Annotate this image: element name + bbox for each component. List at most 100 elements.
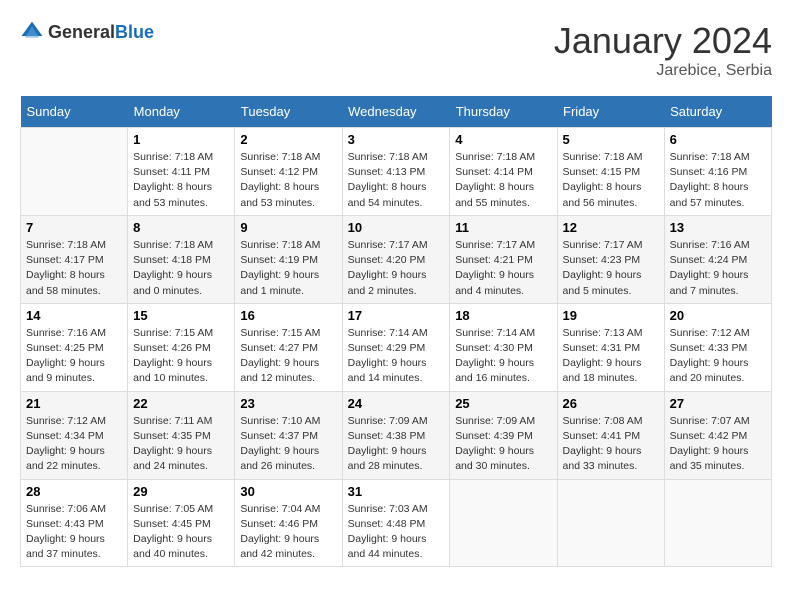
calendar-cell: 15 Sunrise: 7:15 AMSunset: 4:26 PMDayligh…: [128, 303, 235, 391]
calendar-cell: 18 Sunrise: 7:14 AMSunset: 4:30 PMDayligh…: [450, 303, 557, 391]
calendar-week-2: 7Sunrise: 7:18 AMSunset: 4:17 PMDaylight…: [21, 215, 772, 303]
day-info: Sunrise: 7:18 AMSunset: 4:14 PMDaylight:…: [455, 150, 551, 211]
day-number: 20: [670, 308, 766, 323]
day-number: 26: [563, 396, 659, 411]
day-info: Sunrise: 7:18 AMSunset: 4:19 PMDaylight:…: [240, 238, 336, 299]
day-number: 27: [670, 396, 766, 411]
day-number: 21: [26, 396, 122, 411]
calendar-cell: [21, 128, 128, 216]
day-number: 15: [133, 308, 229, 323]
calendar-cell: [664, 479, 771, 567]
day-info: Sunrise: 7:18 AMSunset: 4:17 PMDaylight:…: [26, 238, 122, 299]
day-number: 5: [563, 132, 659, 147]
day-info: Sunrise: 7:18 AMSunset: 4:16 PMDaylight:…: [670, 150, 766, 211]
day-info: Sunrise: 7:09 AMSunset: 4:39 PMDaylight:…: [455, 414, 551, 475]
day-info: Sunrise: 7:09 AMSunset: 4:38 PMDaylight:…: [348, 414, 445, 475]
calendar-cell: 12Sunrise: 7:17 AMSunset: 4:23 PMDayligh…: [557, 215, 664, 303]
day-info: Sunrise: 7:07 AMSunset: 4:42 PMDaylight:…: [670, 414, 766, 475]
day-number: 22: [133, 396, 229, 411]
day-info: Sunrise: 7:08 AMSunset: 4:41 PMDaylight:…: [563, 414, 659, 475]
calendar-cell: 24 Sunrise: 7:09 AMSunset: 4:38 PMDayligh…: [342, 391, 450, 479]
calendar-cell: 10Sunrise: 7:17 AMSunset: 4:20 PMDayligh…: [342, 215, 450, 303]
calendar-header-row: Sunday Monday Tuesday Wednesday Thursday…: [21, 96, 772, 128]
day-info: Sunrise: 7:12 AMSunset: 4:34 PMDaylight:…: [26, 414, 122, 475]
calendar-cell: 21 Sunrise: 7:12 AMSunset: 4:34 PMDayligh…: [21, 391, 128, 479]
calendar-week-3: 14 Sunrise: 7:16 AMSunset: 4:25 PMDayligh…: [21, 303, 772, 391]
day-number: 25: [455, 396, 551, 411]
calendar-cell: 1Sunrise: 7:18 AMSunset: 4:11 PMDaylight…: [128, 128, 235, 216]
location: Jarebice, Serbia: [554, 62, 772, 80]
col-monday: Monday: [128, 96, 235, 128]
day-info: Sunrise: 7:12 AMSunset: 4:33 PMDaylight:…: [670, 326, 766, 387]
calendar-cell: 6Sunrise: 7:18 AMSunset: 4:16 PMDaylight…: [664, 128, 771, 216]
calendar-week-1: 1Sunrise: 7:18 AMSunset: 4:11 PMDaylight…: [21, 128, 772, 216]
day-number: 18: [455, 308, 551, 323]
col-friday: Friday: [557, 96, 664, 128]
logo-general: GeneralBlue: [48, 22, 154, 43]
day-number: 3: [348, 132, 445, 147]
calendar-cell: 13 Sunrise: 7:16 AMSunset: 4:24 PMDayligh…: [664, 215, 771, 303]
calendar-cell: 30 Sunrise: 7:04 AMSunset: 4:46 PMDayligh…: [235, 479, 342, 567]
calendar-cell: 2 Sunrise: 7:18 AMSunset: 4:12 PMDaylight…: [235, 128, 342, 216]
calendar-cell: 22 Sunrise: 7:11 AMSunset: 4:35 PMDayligh…: [128, 391, 235, 479]
day-info: Sunrise: 7:18 AMSunset: 4:18 PMDaylight:…: [133, 238, 229, 299]
day-info: Sunrise: 7:14 AMSunset: 4:30 PMDaylight:…: [455, 326, 551, 387]
day-info: Sunrise: 7:05 AMSunset: 4:45 PMDaylight:…: [133, 502, 229, 563]
col-wednesday: Wednesday: [342, 96, 450, 128]
col-thursday: Thursday: [450, 96, 557, 128]
calendar-cell: [450, 479, 557, 567]
day-info: Sunrise: 7:16 AMSunset: 4:24 PMDaylight:…: [670, 238, 766, 299]
day-number: 31: [348, 484, 445, 499]
calendar-cell: 11 Sunrise: 7:17 AMSunset: 4:21 PMDayligh…: [450, 215, 557, 303]
day-number: 14: [26, 308, 122, 323]
day-info: Sunrise: 7:13 AMSunset: 4:31 PMDaylight:…: [563, 326, 659, 387]
calendar-cell: 26 Sunrise: 7:08 AMSunset: 4:41 PMDayligh…: [557, 391, 664, 479]
calendar-cell: 4 Sunrise: 7:18 AMSunset: 4:14 PMDaylight…: [450, 128, 557, 216]
day-number: 17: [348, 308, 445, 323]
day-number: 1: [133, 132, 229, 147]
day-info: Sunrise: 7:10 AMSunset: 4:37 PMDaylight:…: [240, 414, 336, 475]
calendar-cell: 17Sunrise: 7:14 AMSunset: 4:29 PMDayligh…: [342, 303, 450, 391]
day-info: Sunrise: 7:11 AMSunset: 4:35 PMDaylight:…: [133, 414, 229, 475]
col-saturday: Saturday: [664, 96, 771, 128]
day-number: 24: [348, 396, 445, 411]
page-header: GeneralBlue January 2024 Jarebice, Serbi…: [20, 20, 772, 80]
calendar-cell: 23 Sunrise: 7:10 AMSunset: 4:37 PMDayligh…: [235, 391, 342, 479]
calendar-cell: 3 Sunrise: 7:18 AMSunset: 4:13 PMDaylight…: [342, 128, 450, 216]
calendar-cell: 7Sunrise: 7:18 AMSunset: 4:17 PMDaylight…: [21, 215, 128, 303]
calendar-cell: 5 Sunrise: 7:18 AMSunset: 4:15 PMDaylight…: [557, 128, 664, 216]
calendar-cell: 31 Sunrise: 7:03 AMSunset: 4:48 PMDayligh…: [342, 479, 450, 567]
day-info: Sunrise: 7:03 AMSunset: 4:48 PMDaylight:…: [348, 502, 445, 563]
day-info: Sunrise: 7:04 AMSunset: 4:46 PMDaylight:…: [240, 502, 336, 563]
day-number: 23: [240, 396, 336, 411]
day-number: 13: [670, 220, 766, 235]
day-number: 9: [240, 220, 336, 235]
day-info: Sunrise: 7:15 AMSunset: 4:27 PMDaylight:…: [240, 326, 336, 387]
calendar-cell: 9 Sunrise: 7:18 AMSunset: 4:19 PMDaylight…: [235, 215, 342, 303]
calendar-cell: [557, 479, 664, 567]
calendar-cell: 16 Sunrise: 7:15 AMSunset: 4:27 PMDayligh…: [235, 303, 342, 391]
calendar-cell: 27 Sunrise: 7:07 AMSunset: 4:42 PMDayligh…: [664, 391, 771, 479]
day-number: 30: [240, 484, 336, 499]
day-info: Sunrise: 7:18 AMSunset: 4:15 PMDaylight:…: [563, 150, 659, 211]
logo-icon: [20, 20, 44, 44]
col-tuesday: Tuesday: [235, 96, 342, 128]
day-number: 19: [563, 308, 659, 323]
day-info: Sunrise: 7:18 AMSunset: 4:12 PMDaylight:…: [240, 150, 336, 211]
day-number: 2: [240, 132, 336, 147]
calendar-cell: 19 Sunrise: 7:13 AMSunset: 4:31 PMDayligh…: [557, 303, 664, 391]
day-number: 28: [26, 484, 122, 499]
calendar-cell: 25 Sunrise: 7:09 AMSunset: 4:39 PMDayligh…: [450, 391, 557, 479]
day-number: 8: [133, 220, 229, 235]
day-info: Sunrise: 7:15 AMSunset: 4:26 PMDaylight:…: [133, 326, 229, 387]
calendar-cell: 29 Sunrise: 7:05 AMSunset: 4:45 PMDayligh…: [128, 479, 235, 567]
day-number: 29: [133, 484, 229, 499]
day-number: 16: [240, 308, 336, 323]
day-number: 10: [348, 220, 445, 235]
day-number: 4: [455, 132, 551, 147]
day-info: Sunrise: 7:18 AMSunset: 4:13 PMDaylight:…: [348, 150, 445, 211]
day-info: Sunrise: 7:16 AMSunset: 4:25 PMDaylight:…: [26, 326, 122, 387]
day-info: Sunrise: 7:17 AMSunset: 4:23 PMDaylight:…: [563, 238, 659, 299]
day-info: Sunrise: 7:17 AMSunset: 4:21 PMDaylight:…: [455, 238, 551, 299]
day-number: 11: [455, 220, 551, 235]
